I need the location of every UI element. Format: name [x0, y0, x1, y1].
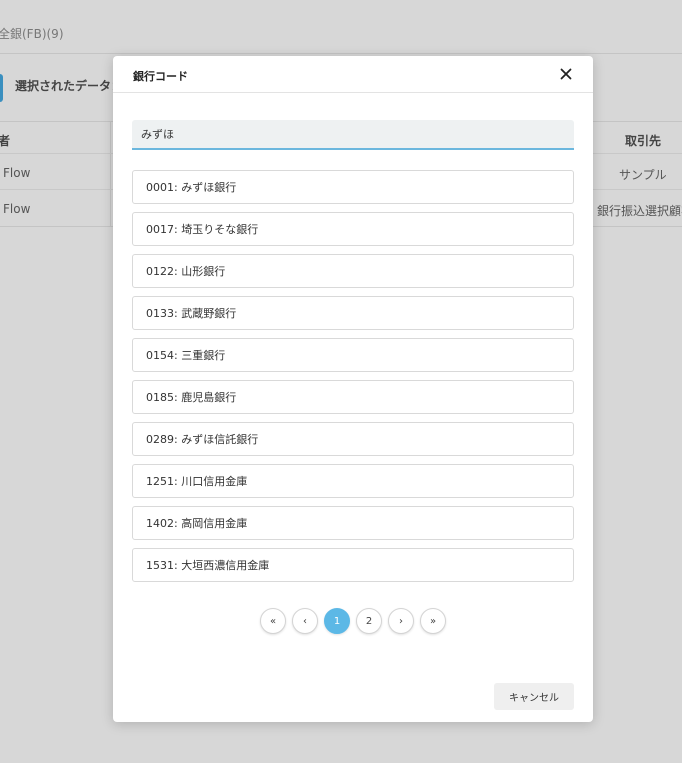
table-cell: Flow	[3, 202, 31, 216]
selected-data-label: 選択されたデータ：	[15, 79, 124, 93]
bank-item[interactable]: 1531: 大垣西濃信用金庫	[132, 548, 574, 582]
bank-item-label: 0122: 山形銀行	[146, 265, 226, 278]
modal-header: 銀行コード	[113, 56, 593, 93]
table-cell: 銀行振込選択顧客	[597, 204, 682, 218]
pagination-first-button[interactable]: «	[260, 608, 286, 634]
bank-item-label: 0185: 鹿児島銀行	[146, 391, 237, 404]
bank-list: 0001: みずほ銀行 0017: 埼玉りそな銀行 0122: 山形銀行 013…	[132, 170, 574, 590]
bank-item[interactable]: 0185: 鹿児島銀行	[132, 380, 574, 414]
background-header: 全銀(FB)(9)	[0, 0, 682, 54]
bank-code-modal: 銀行コード 0001: みずほ銀行 0017: 埼玉りそな銀行 0122: 山形…	[113, 56, 593, 722]
bank-item[interactable]: 1402: 高岡信用金庫	[132, 506, 574, 540]
bank-item[interactable]: 0154: 三重銀行	[132, 338, 574, 372]
bank-item[interactable]: 0122: 山形銀行	[132, 254, 574, 288]
pagination-page-2[interactable]: 2	[356, 608, 382, 634]
pagination-page-1[interactable]: 1	[324, 608, 350, 634]
bank-item-label: 1251: 川口信用金庫	[146, 475, 248, 488]
bank-item-label: 0017: 埼玉りそな銀行	[146, 223, 259, 236]
background-accent-bar	[0, 74, 3, 102]
bank-item-label: 0289: みずほ信託銀行	[146, 433, 259, 446]
bank-item[interactable]: 0017: 埼玉りそな銀行	[132, 212, 574, 246]
bank-item-label: 1402: 高岡信用金庫	[146, 517, 248, 530]
pagination-next-button[interactable]: ›	[388, 608, 414, 634]
pagination-prev-button[interactable]: ‹	[292, 608, 318, 634]
table-header-left: 者	[0, 134, 11, 148]
modal-title: 銀行コード	[133, 70, 188, 83]
table-cell: サンプル	[619, 168, 667, 182]
bank-item-label: 0133: 武蔵野銀行	[146, 307, 237, 320]
bank-item[interactable]: 1251: 川口信用金庫	[132, 464, 574, 498]
bank-item-label: 0001: みずほ銀行	[146, 181, 237, 194]
bank-item-label: 0154: 三重銀行	[146, 349, 226, 362]
close-icon	[560, 68, 572, 80]
table-header-right: 取引先	[625, 134, 662, 148]
background-title: 全銀(FB)(9)	[0, 27, 64, 41]
cancel-button[interactable]: キャンセル	[494, 683, 574, 710]
table-cell: Flow	[3, 166, 31, 180]
close-button[interactable]	[557, 65, 575, 83]
bank-item[interactable]: 0289: みずほ信託銀行	[132, 422, 574, 456]
bank-item[interactable]: 0001: みずほ銀行	[132, 170, 574, 204]
bank-item-label: 1531: 大垣西濃信用金庫	[146, 559, 270, 572]
bank-search-input[interactable]	[132, 120, 574, 150]
pagination-last-button[interactable]: »	[420, 608, 446, 634]
table-column-divider	[110, 122, 111, 227]
bank-item[interactable]: 0133: 武蔵野銀行	[132, 296, 574, 330]
pagination: « ‹ 1 2 › »	[113, 608, 593, 634]
